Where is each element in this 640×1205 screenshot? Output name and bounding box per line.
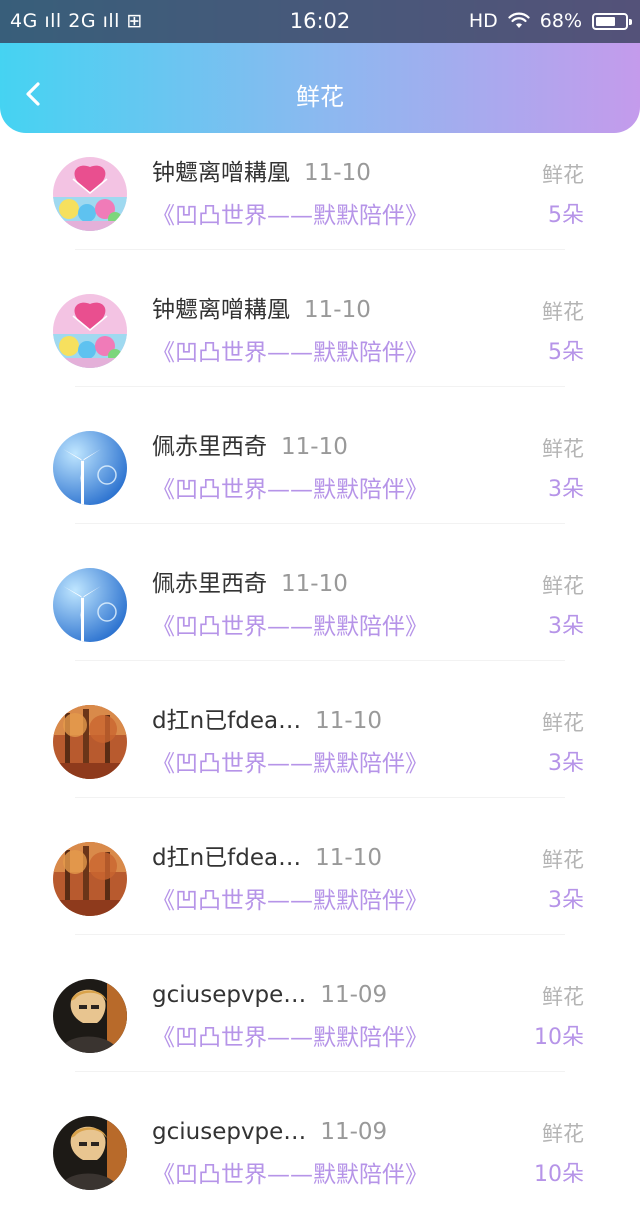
gift-type-label: 鲜花: [542, 574, 584, 598]
user-name: d扛n已fdea…: [152, 708, 302, 734]
list-item[interactable]: d扛n已fdea… 11-10 鲜花 《凹凸世界——默默陪伴》 3朵: [0, 831, 640, 968]
autumn-forest-avatar[interactable]: [53, 705, 127, 779]
user-name: 钟魒离噌耩凰: [152, 297, 290, 323]
divider: [75, 934, 565, 935]
date: 11-10: [281, 434, 348, 460]
hearts-balloon-avatar[interactable]: [53, 294, 127, 368]
book-title[interactable]: 《凹凸世界——默默陪伴》: [152, 884, 428, 918]
page: 4G ıll 2G ıll ⊞ 16:02 HD 68% 鲜花 钟魒离噌耩凰 1…: [0, 0, 640, 1205]
user-name-line: d扛n已fdea… 11-10: [152, 841, 382, 875]
user-name-line: 钟魒离噌耩凰 11-10: [152, 293, 371, 327]
flower-count: 3朵: [548, 614, 584, 639]
gift-type-label: 鲜花: [542, 848, 584, 872]
flower-record-list: 钟魒离噌耩凰 11-10 鲜花 《凹凸世界——默默陪伴》 5朵 钟魒离噌耩凰 11-…: [0, 146, 640, 1205]
divider: [75, 660, 565, 661]
user-name-line: 佩赤里西奇 11-10: [152, 430, 348, 464]
person-portrait-avatar[interactable]: [53, 979, 127, 1053]
user-name: 佩赤里西奇: [152, 571, 267, 597]
date: 11-09: [320, 982, 388, 1008]
header: 4G ıll 2G ıll ⊞ 16:02 HD 68% 鲜花: [0, 0, 640, 133]
hearts-balloon-avatar[interactable]: [53, 157, 127, 231]
date: 11-10: [315, 845, 382, 871]
book-title[interactable]: 《凹凸世界——默默陪伴》: [152, 199, 428, 233]
book-title[interactable]: 《凹凸世界——默默陪伴》: [152, 1021, 428, 1055]
date: 11-10: [304, 297, 371, 323]
flower-count: 5朵: [548, 340, 584, 365]
book-title[interactable]: 《凹凸世界——默默陪伴》: [152, 1158, 428, 1192]
date: 11-09: [320, 1119, 388, 1145]
flower-count: 3朵: [548, 888, 584, 913]
divider: [75, 797, 565, 798]
user-name: d扛n已fdea…: [152, 845, 302, 871]
gift-type-label: 鲜花: [542, 985, 584, 1009]
user-name: 佩赤里西奇: [152, 434, 267, 460]
user-name-line: gciusepvpe… 11-09: [152, 1115, 387, 1149]
user-name: gciusepvpe…: [152, 1119, 307, 1145]
battery-icon: [592, 12, 632, 30]
date: 11-10: [315, 708, 382, 734]
windmill-avatar[interactable]: [53, 568, 127, 642]
divider: [75, 249, 565, 250]
person-portrait-avatar[interactable]: [53, 1116, 127, 1190]
user-name-line: 钟魒离噌耩凰 11-10: [152, 156, 371, 190]
book-title[interactable]: 《凹凸世界——默默陪伴》: [152, 473, 428, 507]
gift-type-label: 鲜花: [542, 437, 584, 461]
list-item[interactable]: 钟魒离噌耩凰 11-10 鲜花 《凹凸世界——默默陪伴》 5朵: [0, 283, 640, 420]
user-name-line: d扛n已fdea… 11-10: [152, 704, 382, 738]
list-item[interactable]: d扛n已fdea… 11-10 鲜花 《凹凸世界——默默陪伴》 3朵: [0, 694, 640, 831]
flower-count: 3朵: [548, 477, 584, 502]
user-name-line: gciusepvpe… 11-09: [152, 978, 387, 1012]
list-item[interactable]: 佩赤里西奇 11-10 鲜花 《凹凸世界——默默陪伴》 3朵: [0, 557, 640, 694]
date: 11-10: [281, 571, 348, 597]
battery-percent: 68%: [539, 10, 582, 32]
autumn-forest-avatar[interactable]: [53, 842, 127, 916]
book-title[interactable]: 《凹凸世界——默默陪伴》: [152, 336, 428, 370]
divider: [75, 386, 565, 387]
book-title[interactable]: 《凹凸世界——默默陪伴》: [152, 610, 428, 644]
wifi-icon: [508, 12, 530, 28]
status-right: HD 68%: [468, 8, 632, 34]
battery-level: [596, 16, 616, 26]
gift-type-label: 鲜花: [542, 300, 584, 324]
flower-count: 5朵: [548, 203, 584, 228]
list-item[interactable]: gciusepvpe… 11-09 鲜花 《凹凸世界——默默陪伴》 10朵: [0, 968, 640, 1105]
flower-count: 10朵: [534, 1162, 584, 1187]
hd-indicator: HD: [468, 10, 498, 32]
divider: [75, 523, 565, 524]
windmill-avatar[interactable]: [53, 431, 127, 505]
user-name: gciusepvpe…: [152, 982, 307, 1008]
gift-type-label: 鲜花: [542, 711, 584, 735]
gift-type-label: 鲜花: [542, 1122, 584, 1146]
list-item[interactable]: gciusepvpe… 11-09 鲜花 《凹凸世界——默默陪伴》 10朵: [0, 1105, 640, 1205]
list-item[interactable]: 钟魒离噌耩凰 11-10 鲜花 《凹凸世界——默默陪伴》 5朵: [0, 146, 640, 283]
divider: [75, 1071, 565, 1072]
flower-count: 3朵: [548, 751, 584, 776]
date: 11-10: [304, 160, 371, 186]
user-name-line: 佩赤里西奇 11-10: [152, 567, 348, 601]
list-item[interactable]: 佩赤里西奇 11-10 鲜花 《凹凸世界——默默陪伴》 3朵: [0, 420, 640, 557]
user-name: 钟魒离噌耩凰: [152, 160, 290, 186]
page-title: 鲜花: [296, 83, 344, 111]
status-bar: 4G ıll 2G ıll ⊞ 16:02 HD 68%: [0, 0, 640, 43]
book-title[interactable]: 《凹凸世界——默默陪伴》: [152, 747, 428, 781]
gift-type-label: 鲜花: [542, 163, 584, 187]
flower-count: 10朵: [534, 1025, 584, 1050]
